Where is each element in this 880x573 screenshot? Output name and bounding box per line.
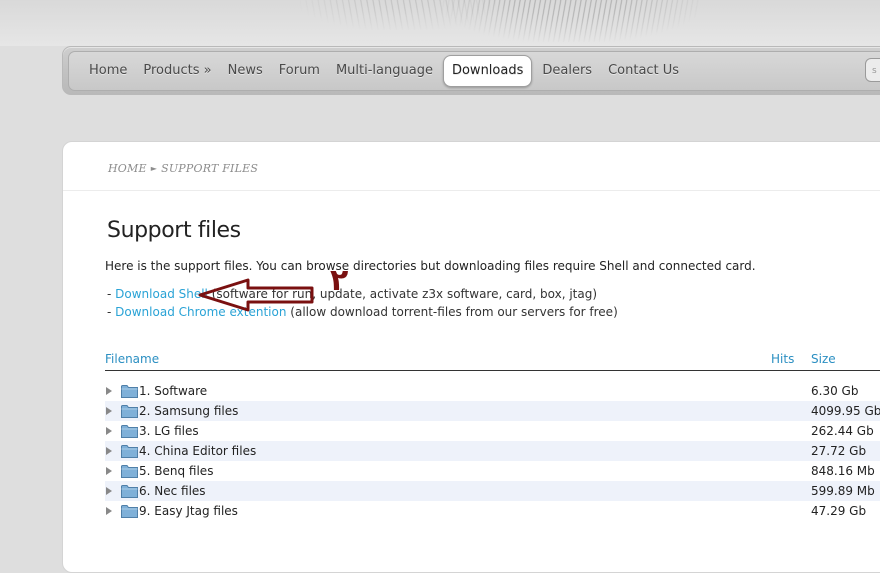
folder-name[interactable]: 4. China Editor files — [139, 441, 256, 461]
table-row[interactable]: 6. Nec files 599.89 Mb — [105, 481, 880, 501]
breadcrumb-home[interactable]: HOME — [108, 162, 147, 175]
folder-name[interactable]: 9. Easy Jtag files — [139, 501, 238, 521]
folder-name[interactable]: 3. LG files — [139, 421, 199, 441]
nav-item-products[interactable]: Products » — [135, 55, 219, 87]
nav-item-multi-language[interactable]: Multi-language — [328, 55, 441, 87]
expand-arrow-icon[interactable] — [106, 507, 112, 515]
table-row[interactable]: 1. Software 6.30 Gb — [105, 381, 880, 401]
nav-inner: Home Products » News Forum Multi-language Dow… — [68, 51, 880, 91]
folder-size: 262.44 Gb — [811, 424, 874, 438]
folder-size: 47.29 Gb — [811, 504, 867, 518]
folder-icon — [121, 484, 138, 498]
page-title: Support files — [107, 218, 241, 243]
breadcrumb: HOME ► SUPPORT FILES — [108, 162, 258, 175]
folder-size: 848.16 Mb — [811, 464, 875, 478]
header-banner — [0, 0, 880, 46]
download-shell-desc: (software for run, update, activate z3x … — [207, 287, 598, 301]
folder-size: 4099.95 Gb — [811, 404, 880, 418]
expand-arrow-icon[interactable] — [106, 487, 112, 495]
divider — [63, 190, 880, 191]
table-row[interactable]: 5. Benq files 848.16 Mb — [105, 461, 880, 481]
breadcrumb-current: SUPPORT FILES — [161, 162, 259, 175]
nav-item-downloads[interactable]: Downloads — [442, 55, 533, 87]
filename-column-header[interactable]: Filename — [105, 352, 159, 366]
list-dash: - — [107, 305, 116, 319]
folder-icon — [121, 404, 138, 418]
table-rows: 1. Software 6.30 Gb 2. Samsung files 4099.9… — [105, 381, 880, 521]
folder-icon — [121, 424, 138, 438]
download-chrome-line: - Download Chrome extention (allow downl… — [107, 305, 618, 319]
folder-size: 599.89 Mb — [811, 484, 875, 498]
folder-icon — [121, 504, 138, 518]
file-table: Filename Hits Size 1. Software 6.30 Gb 2. … — [105, 352, 880, 521]
folder-icon — [121, 384, 138, 398]
folder-name[interactable]: 2. Samsung files — [139, 401, 238, 421]
table-row[interactable]: 2. Samsung files 4099.95 Gb — [105, 401, 880, 421]
table-row[interactable]: 9. Easy Jtag files 47.29 Gb — [105, 501, 880, 521]
size-column-header[interactable]: Size — [811, 352, 836, 366]
folder-name[interactable]: 5. Benq files — [139, 461, 213, 481]
table-header: Filename Hits Size — [105, 352, 880, 371]
list-dash: - — [107, 287, 116, 301]
download-shell-line: - Download Shell (software for run, upda… — [107, 287, 597, 301]
folder-icon — [121, 444, 138, 458]
download-shell-link[interactable]: Download Shell — [115, 287, 208, 301]
download-chrome-extension-link[interactable]: Download Chrome extention — [115, 305, 286, 319]
expand-arrow-icon[interactable] — [106, 427, 112, 435]
nav-item-news[interactable]: News — [220, 55, 271, 87]
header-decoration — [440, 0, 700, 42]
expand-arrow-icon[interactable] — [106, 387, 112, 395]
folder-size: 27.72 Gb — [811, 444, 867, 458]
expand-arrow-icon[interactable] — [106, 407, 112, 415]
expand-arrow-icon[interactable] — [106, 447, 112, 455]
main-navigation: Home Products » News Forum Multi-language Dow… — [62, 46, 880, 95]
table-row[interactable]: 4. China Editor files 27.72 Gb — [105, 441, 880, 461]
search-input[interactable]: s — [865, 58, 880, 82]
nav-item-forum[interactable]: Forum — [271, 55, 328, 87]
hits-column-header[interactable]: Hits — [771, 352, 794, 366]
intro-text: Here is the support files. You can brows… — [105, 259, 756, 273]
folder-size: 6.30 Gb — [811, 384, 859, 398]
folder-name[interactable]: 1. Software — [139, 381, 207, 401]
expand-arrow-icon[interactable] — [106, 467, 112, 475]
nav-item-home[interactable]: Home — [81, 55, 135, 87]
folder-name[interactable]: 6. Nec files — [139, 481, 206, 501]
nav-item-contact-us[interactable]: Contact Us — [600, 55, 687, 87]
table-row[interactable]: 3. LG files 262.44 Gb — [105, 421, 880, 441]
download-chrome-desc: (allow download torrent-files from our s… — [286, 305, 618, 319]
content-panel: HOME ► SUPPORT FILES Support files Here is… — [62, 141, 880, 573]
nav-item-dealers[interactable]: Dealers — [534, 55, 600, 87]
nav-items: Home Products » News Forum Multi-language Dow… — [81, 52, 687, 90]
folder-icon — [121, 464, 138, 478]
breadcrumb-separator-icon: ► — [150, 164, 158, 173]
